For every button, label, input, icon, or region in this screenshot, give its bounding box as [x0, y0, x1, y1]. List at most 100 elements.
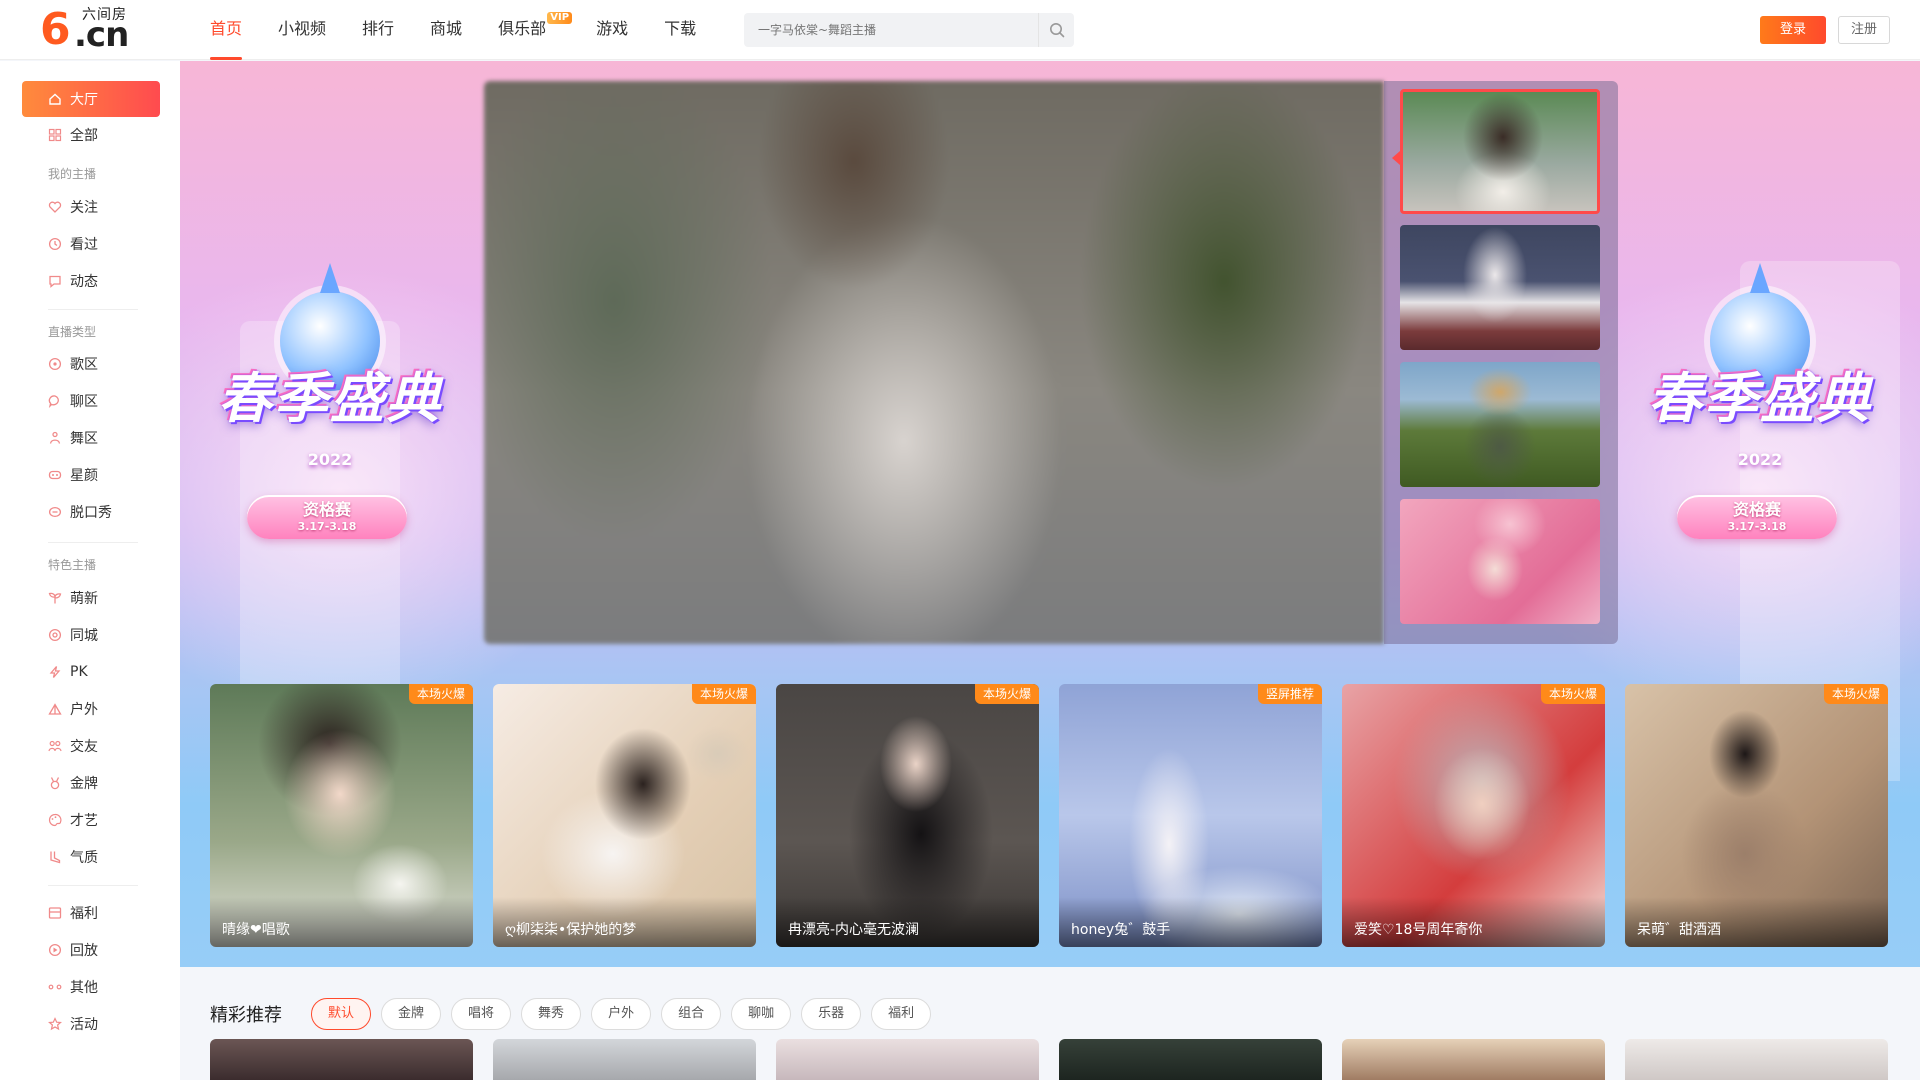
sidebar-item-nearby[interactable]: 同城 [22, 617, 160, 653]
search-button[interactable] [1038, 13, 1074, 47]
nav-club[interactable]: 俱乐部 VIP [498, 0, 573, 60]
event-dates: 3.17-3.18 [1727, 520, 1787, 533]
medal-icon [50, 777, 60, 790]
nav-ranking[interactable]: 排行 [362, 0, 394, 60]
sidebar-item-history[interactable]: 看过 [22, 226, 160, 262]
palette-icon [48, 813, 62, 827]
hot-card-2[interactable]: 本场火爆 ღ柳柒柒•保护她的梦 [493, 684, 756, 947]
sidebar-item-events[interactable]: 活动 [22, 1006, 160, 1042]
sidebar-item-other[interactable]: 其他 [22, 969, 160, 1005]
recommend-card[interactable] [210, 1039, 473, 1080]
filter-outdoor[interactable]: 户外 [591, 998, 652, 1030]
filter-group[interactable]: 组合 [661, 998, 722, 1030]
nav-mall[interactable]: 商城 [430, 0, 462, 60]
outdoor-icon [48, 703, 62, 715]
search-icon [1049, 23, 1064, 38]
clock-icon [48, 237, 62, 251]
thumbnail-4[interactable] [1400, 499, 1600, 624]
event-stage-pill: 资格赛 3.17-3.18 [1677, 495, 1837, 539]
hot-card-3[interactable]: 本场火爆 冉漂亮-内心毫无波澜 [776, 684, 1039, 947]
event-year: 2022 [307, 450, 353, 469]
recommend-card[interactable] [1342, 1039, 1605, 1080]
talk-icon [48, 506, 62, 518]
filter-gold[interactable]: 金牌 [381, 998, 442, 1030]
card-tag: 本场火爆 [1823, 684, 1888, 704]
sidebar-item-singing[interactable]: 歌区 [22, 346, 160, 382]
thumbnail-3[interactable] [1400, 362, 1600, 487]
section-live-types: 直播类型 [48, 325, 97, 339]
sidebar-item-talkshow[interactable]: 脱口秀 [22, 494, 160, 530]
recommend-card[interactable] [776, 1039, 1039, 1080]
filter-default[interactable]: 默认 [311, 998, 372, 1030]
event-title: 春季盛典 [1648, 367, 1872, 430]
music-icon [48, 357, 62, 371]
recommend-card[interactable] [1059, 1039, 1322, 1080]
filter-singer[interactable]: 唱将 [451, 998, 512, 1030]
card-anchor-name: 爱笑♡18号周年寄你 [1354, 922, 1483, 938]
recommend-card[interactable] [1625, 1039, 1888, 1080]
thumbnail-1[interactable] [1400, 89, 1600, 214]
card-anchor-name: 冉漂亮-内心毫无波澜 [788, 922, 920, 938]
filter-welfare[interactable]: 福利 [871, 998, 932, 1030]
nav-download[interactable]: 下载 [664, 0, 696, 60]
filter-chat[interactable]: 聊咖 [731, 998, 792, 1030]
event-title: 春季盛典 [218, 367, 442, 430]
hot-card-6[interactable]: 本场火爆 呆萌゛甜酒酒 [1625, 684, 1888, 947]
card-tag: 本场火爆 [691, 684, 756, 704]
live-video-player[interactable] [484, 81, 1384, 644]
sidebar-item-welfare[interactable]: 福利 [22, 895, 160, 931]
recommend-card[interactable] [493, 1039, 756, 1080]
sidebar-item-feed[interactable]: 动态 [22, 263, 160, 299]
vip-badge: VIP [547, 12, 573, 24]
event-badge-left[interactable]: 春季盛典 2022 资格赛 3.17-3.18 [195, 263, 465, 581]
sidebar-item-gold[interactable]: 金牌 [22, 765, 160, 801]
lightning-icon [49, 666, 61, 678]
event-stage: 资格赛 [1732, 500, 1781, 519]
sidebar-item-pk[interactable]: PK [22, 654, 160, 690]
sidebar-divider [48, 885, 138, 886]
sprout-icon [48, 592, 62, 604]
sidebar-item-friends[interactable]: 交友 [22, 728, 160, 764]
filter-dance[interactable]: 舞秀 [521, 998, 582, 1030]
hot-card-4[interactable]: 竖屏推荐 honey兔゛鼓手 [1059, 684, 1322, 947]
sidebar-item-hall[interactable]: 大厅 [22, 81, 160, 117]
event-year: 2022 [1737, 450, 1783, 469]
top-header: 6 六间房 .cn 首页 小视频 排行 商城 俱乐部 VIP 游戏 下载 登录 … [0, 0, 1920, 60]
login-button[interactable]: 登录 [1760, 16, 1826, 44]
sidebar-item-newcomer[interactable]: 萌新 [22, 580, 160, 616]
sidebar-item-talent[interactable]: 才艺 [22, 802, 160, 838]
section-watermark [210, 648, 215, 667]
filter-instrument[interactable]: 乐器 [801, 998, 862, 1030]
card-anchor-name: 晴缘❤唱歌 [222, 922, 290, 938]
sidebar-item-chat[interactable]: 聊区 [22, 383, 160, 419]
card-tag: 竖屏推荐 [1257, 684, 1322, 704]
register-button[interactable]: 注册 [1838, 16, 1890, 44]
hot-card-5[interactable]: 本场火爆 爱笑♡18号周年寄你 [1342, 684, 1605, 947]
hot-card-1[interactable]: 本场火爆 晴缘❤唱歌 [210, 684, 473, 947]
sidebar-item-replay[interactable]: 回放 [22, 932, 160, 968]
search-input[interactable] [744, 13, 1038, 47]
sidebar-item-dance[interactable]: 舞区 [22, 420, 160, 456]
event-stage-pill: 资格赛 3.17-3.18 [247, 495, 407, 539]
gift-icon [48, 907, 62, 919]
recommend-title: 精彩推荐 [210, 1005, 282, 1026]
card-tag: 本场火爆 [974, 684, 1039, 704]
face-icon [48, 470, 62, 480]
sidebar-divider [48, 309, 138, 310]
nav-home[interactable]: 首页 [210, 0, 243, 60]
nav-games[interactable]: 游戏 [596, 0, 628, 60]
sidebar-item-beauty[interactable]: 星颜 [22, 457, 160, 493]
card-tag: 本场火爆 [1540, 684, 1605, 704]
sidebar-item-outdoor[interactable]: 户外 [22, 691, 160, 727]
sidebar-item-follow[interactable]: 关注 [22, 189, 160, 225]
message-icon [49, 275, 61, 288]
event-badge-right[interactable]: 春季盛典 2022 资格赛 3.17-3.18 [1625, 263, 1895, 581]
sidebar-item-all[interactable]: 全部 [22, 117, 160, 153]
thumbnail-2[interactable] [1400, 225, 1600, 350]
sidebar-item-elegance[interactable]: 气质 [22, 839, 160, 875]
hero-banner: 春季盛典 2022 资格赛 3.17-3.18 春季盛典 2022 资格赛 3.… [180, 61, 1920, 967]
site-logo[interactable]: 6 六间房 .cn [40, 8, 132, 53]
nav-short-video[interactable]: 小视频 [278, 0, 326, 60]
card-tag: 本场火爆 [408, 684, 473, 704]
recommend-filters: 默认 金牌 唱将 舞秀 户外 组合 聊咖 乐器 福利 [311, 998, 941, 1030]
